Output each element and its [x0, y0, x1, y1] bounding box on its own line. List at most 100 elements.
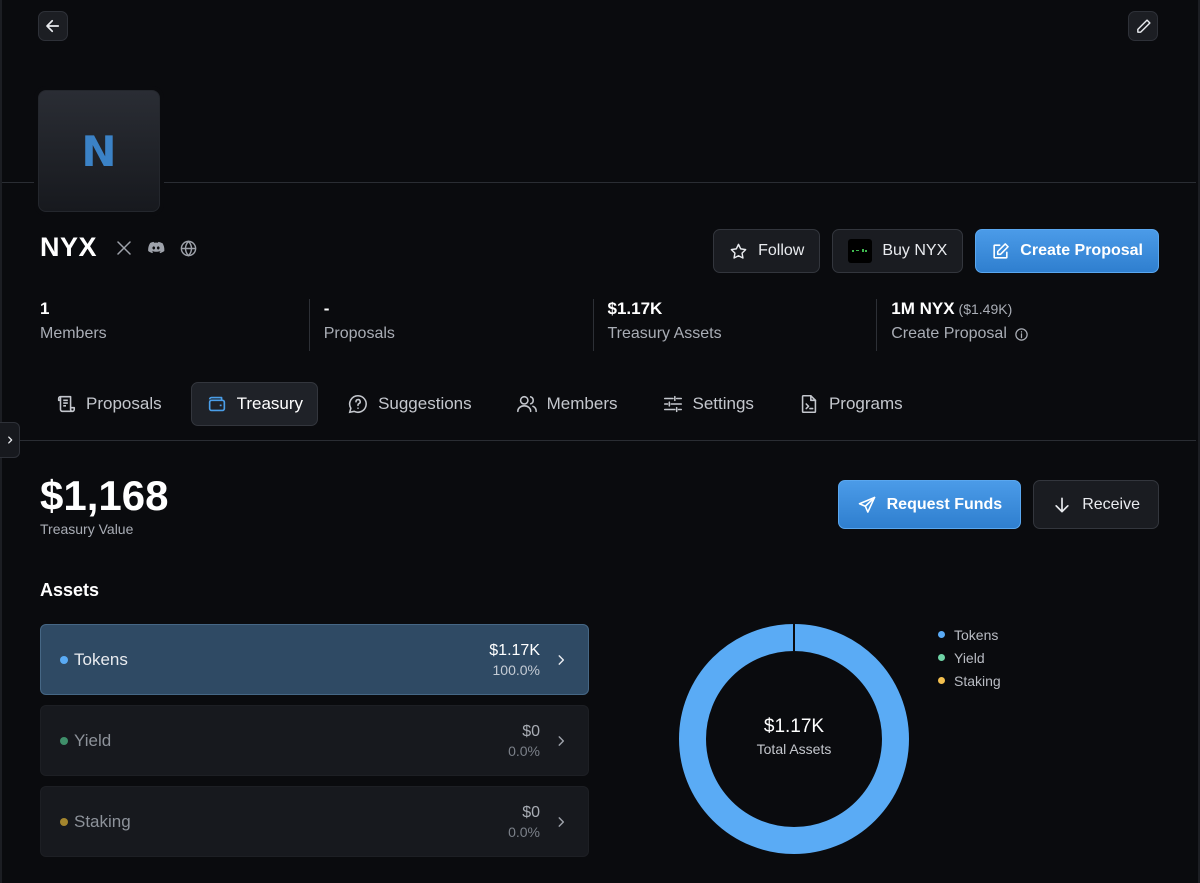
- terminal-file-icon: [801, 394, 817, 414]
- chevron-right-icon: [558, 735, 565, 746]
- legend-label: Yield: [954, 649, 985, 666]
- donut-center-label: Total Assets: [756, 741, 832, 757]
- treasury-actions: Request Funds Receive: [837, 480, 1159, 529]
- back-button[interactable]: [38, 11, 68, 41]
- stat-proposals: - Proposals: [308, 299, 593, 351]
- tab-proposals[interactable]: Proposals: [40, 382, 177, 426]
- stat-members: 1 Members: [40, 299, 309, 351]
- legend-item-yield: Yield: [938, 646, 1001, 669]
- asset-percent: 0.0%: [508, 742, 540, 759]
- asset-amount: $0: [522, 803, 540, 821]
- chevron-right-icon: [558, 816, 565, 827]
- stat-label: Proposals: [323, 325, 395, 342]
- org-actions: Follow Buy NYX Create Proposal: [713, 229, 1159, 273]
- asset-row-staking[interactable]: Staking $0 0.0%: [40, 786, 589, 857]
- stat-create-proposal: 1M NYX ($1.49K) Create Proposal: [876, 299, 1160, 351]
- banner-divider: [2, 182, 1196, 183]
- asset-percent: 0.0%: [508, 823, 540, 840]
- asset-row-yield[interactable]: Yield $0 0.0%: [40, 705, 589, 776]
- social-links: [114, 238, 198, 258]
- tab-programs[interactable]: Programs: [783, 382, 918, 426]
- legend-label: Staking: [954, 672, 1001, 689]
- tab-settings[interactable]: Settings: [647, 382, 769, 426]
- star-icon: [730, 243, 747, 259]
- follow-button[interactable]: Follow: [713, 229, 821, 273]
- treasury-label: Treasury Value: [40, 521, 134, 537]
- wallet-icon: [208, 396, 225, 412]
- arrow-left-icon: [46, 19, 60, 33]
- edit-square-icon: [993, 242, 1010, 259]
- stat-sub-value: ($1.49K): [958, 301, 1013, 317]
- asset-color-dot: [60, 817, 68, 826]
- arrow-down-icon: [1055, 497, 1069, 512]
- stat-value: 1M NYX: [891, 299, 955, 318]
- stat-label: Members: [40, 325, 107, 342]
- legend-dot: [938, 677, 945, 684]
- scroll-icon: [57, 395, 76, 413]
- asset-color-dot: [60, 655, 68, 664]
- treasury-value: $1,168: [40, 472, 169, 519]
- legend-dot: [938, 631, 945, 638]
- tab-members[interactable]: Members: [501, 382, 633, 426]
- donut-center: $1.17K Total Assets: [678, 716, 910, 757]
- request-funds-button[interactable]: Request Funds: [837, 480, 1022, 529]
- avatar-letter: N: [81, 126, 117, 176]
- users-icon: [516, 395, 537, 413]
- asset-name: Yield: [74, 730, 112, 750]
- token-logo-icon: [848, 239, 873, 263]
- receive-button[interactable]: Receive: [1033, 480, 1159, 529]
- question-bubble-icon: [348, 394, 367, 414]
- asset-list: Tokens $1.17K 100.0% Yield $0 0.0% Staki…: [40, 624, 589, 867]
- sidebar-expand-toggle[interactable]: [0, 422, 20, 458]
- assets-heading: Assets: [40, 580, 100, 600]
- tabs-divider: [20, 440, 1196, 441]
- chevron-right-icon: [558, 654, 565, 665]
- tab-label: Treasury: [236, 394, 304, 413]
- send-icon: [858, 496, 875, 513]
- stat-label: Create Proposal: [891, 325, 1007, 342]
- tab-suggestions[interactable]: Suggestions: [332, 382, 487, 426]
- x-icon[interactable]: [114, 238, 134, 258]
- create-proposal-button[interactable]: Create Proposal: [975, 229, 1159, 273]
- tab-label: Members: [546, 394, 618, 413]
- stat-value: $1.17K: [607, 299, 663, 318]
- legend-item-staking: Staking: [938, 669, 1001, 692]
- legend-dot: [938, 654, 945, 661]
- stat-treasury-assets: $1.17K Treasury Assets: [592, 299, 877, 351]
- asset-name: Tokens: [74, 649, 128, 669]
- org-avatar: N: [38, 90, 160, 212]
- chevron-right-icon: [7, 436, 12, 444]
- edit-button[interactable]: [1128, 11, 1158, 41]
- tab-treasury[interactable]: Treasury: [190, 382, 319, 426]
- receive-label: Receive: [1082, 495, 1140, 513]
- tab-label: Settings: [692, 394, 754, 413]
- stat-label: Treasury Assets: [607, 325, 722, 342]
- follow-label: Follow: [758, 242, 805, 259]
- tab-label: Suggestions: [378, 394, 472, 413]
- sliders-icon: [663, 395, 682, 413]
- org-tabs: Proposals Treasury Suggestions Members S…: [40, 382, 932, 426]
- globe-icon[interactable]: [178, 238, 198, 258]
- asset-amount: $0: [522, 722, 540, 740]
- info-icon[interactable]: [1014, 327, 1029, 342]
- donut-center-value: $1.17K: [763, 716, 825, 737]
- org-name: NYX: [40, 232, 98, 262]
- asset-row-tokens[interactable]: Tokens $1.17K 100.0%: [40, 624, 589, 695]
- legend-label: Tokens: [954, 626, 999, 643]
- buy-token-label: Buy NYX: [882, 242, 948, 259]
- chart-legend: Tokens Yield Staking: [938, 623, 1001, 692]
- legend-item-tokens: Tokens: [938, 623, 1001, 646]
- asset-name: Staking: [74, 811, 131, 831]
- request-funds-label: Request Funds: [886, 495, 1003, 513]
- buy-token-button[interactable]: Buy NYX: [832, 229, 964, 273]
- stat-value: 1: [40, 299, 50, 318]
- org-stats: 1 Members - Proposals $1.17K Treasury As…: [40, 299, 1160, 351]
- pencil-icon: [1136, 18, 1151, 33]
- stat-value: -: [323, 299, 330, 318]
- asset-color-dot: [60, 736, 68, 745]
- asset-percent: 100.0%: [492, 661, 540, 678]
- create-proposal-label: Create Proposal: [1020, 242, 1143, 259]
- tab-label: Programs: [828, 394, 903, 413]
- tab-label: Proposals: [86, 394, 162, 413]
- discord-icon[interactable]: [146, 238, 166, 258]
